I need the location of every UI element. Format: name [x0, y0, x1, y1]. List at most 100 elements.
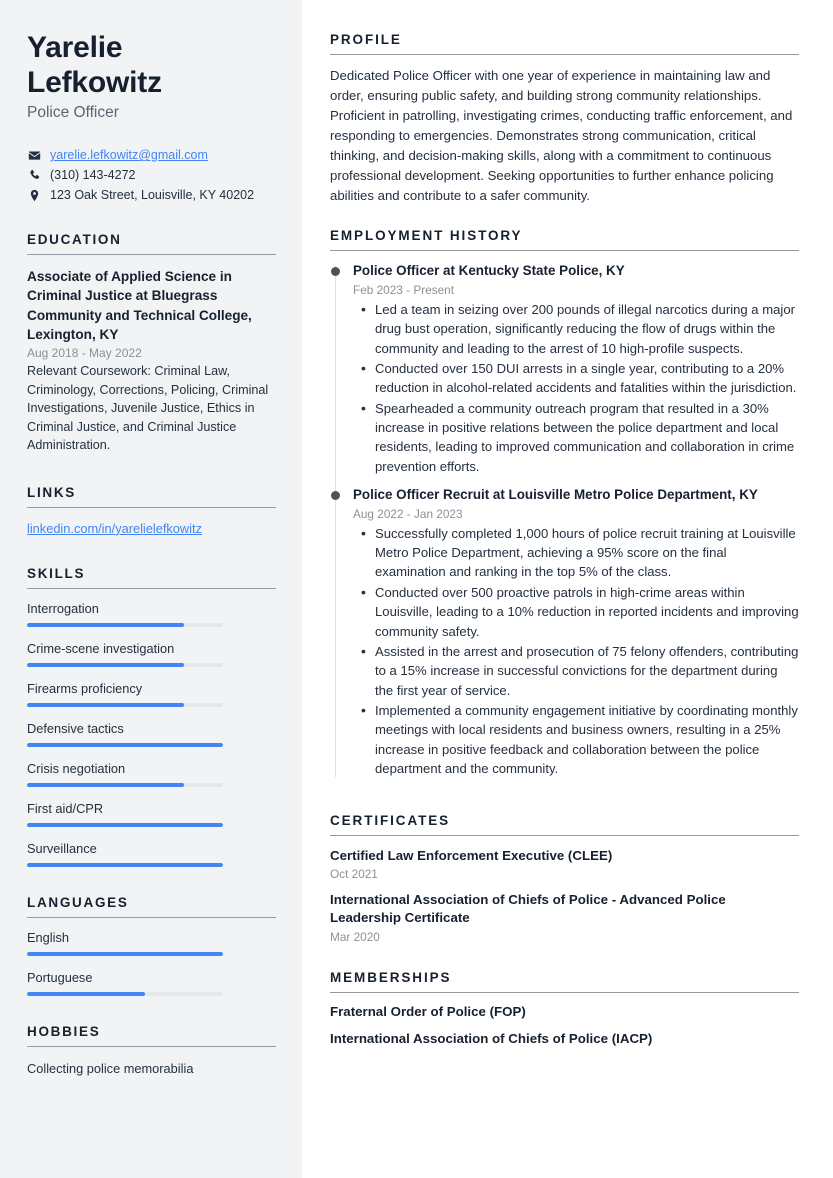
language-label: English: [27, 929, 69, 945]
divider: [330, 250, 799, 252]
language-meter: [27, 991, 223, 996]
skill-meter-fill: [27, 782, 184, 787]
education-heading: EDUCATION: [27, 232, 122, 248]
employment-date: Aug 2022 - Jan 2023: [353, 506, 463, 521]
section-certificates: CERTIFICATES Certified Law Enforcement E…: [330, 813, 799, 944]
section-links: LINKS linkedin.com/in/yarelielefkowitz: [27, 485, 276, 538]
education-item: Associate of Applied Science in Criminal…: [27, 267, 276, 455]
certificate-title: International Association of Chiefs of P…: [330, 891, 726, 926]
skill-item: Surveillance: [27, 841, 276, 867]
first-name: Yarelie: [27, 31, 123, 64]
skill-meter: [27, 782, 223, 787]
employment-title: Police Officer at Kentucky State Police,…: [353, 263, 625, 279]
profile-text: Dedicated Police Officer with one year o…: [330, 68, 793, 204]
divider: [330, 54, 799, 55]
employment-bullet: Successfully completed 1,000 hours of po…: [361, 523, 799, 582]
employment-bullet: Spearheaded a community outreach program…: [361, 398, 799, 477]
employment-item: Police Officer Recruit at Louisville Met…: [331, 486, 799, 779]
section-hobbies: HOBBIES Collecting police memorabilia: [27, 1024, 276, 1078]
job-title: Police Officer: [27, 104, 119, 122]
section-employment: EMPLOYMENT HISTORY Police Officer at Ken…: [330, 228, 799, 778]
sidebar: Yarelie Lefkowitz Police Officer yarelie…: [0, 0, 302, 1178]
contact-email-row: yarelie.lefkowitz@gmail.com: [27, 148, 276, 162]
skill-meter: [27, 702, 223, 707]
education-date: Aug 2018 - May 2022: [27, 346, 142, 361]
language-item: Portuguese: [27, 970, 276, 996]
contact-block: yarelie.lefkowitz@gmail.com (310) 143-42…: [27, 148, 276, 202]
language-meter-fill: [27, 991, 145, 996]
memberships-list: Fraternal Order of Police (FOP) Internati…: [330, 1004, 799, 1046]
links-heading: LINKS: [27, 484, 76, 500]
phone-icon: [27, 169, 41, 182]
employment-bullets: Successfully completed 1,000 hours of po…: [353, 523, 799, 779]
divider: [27, 506, 276, 508]
divider: [330, 991, 799, 993]
employment-heading: EMPLOYMENT HISTORY: [330, 228, 523, 244]
address-value: 123 Oak Street, Louisville, KY 40202: [50, 188, 255, 203]
language-item: English: [27, 930, 276, 956]
language-label: Portuguese: [27, 969, 93, 985]
section-skills: SKILLS Interrogation Crime-scene investig…: [27, 566, 276, 867]
certificates-heading: CERTIFICATES: [330, 812, 451, 828]
language-meter-fill: [27, 951, 223, 956]
hobby-item: Collecting police memorabilia: [27, 1060, 194, 1076]
skill-meter-fill: [27, 862, 223, 867]
employment-item: Police Officer at Kentucky State Police,…: [331, 262, 799, 477]
education-title: Associate of Applied Science in Criminal…: [27, 269, 252, 343]
name-block: Yarelie Lefkowitz Police Officer: [27, 30, 276, 122]
employment-bullets: Led a team in seizing over 200 pounds of…: [353, 299, 799, 477]
certificate-date: Mar 2020: [330, 929, 380, 944]
section-memberships: MEMBERSHIPS Fraternal Order of Police (F…: [330, 970, 799, 1046]
divider: [27, 1045, 276, 1047]
certificates-list: Certified Law Enforcement Executive (CLE…: [330, 847, 799, 944]
linkedin-link[interactable]: linkedin.com/in/yarelielefkowitz: [27, 521, 202, 536]
skill-item: Firearms proficiency: [27, 681, 276, 707]
skill-item: Crisis negotiation: [27, 761, 276, 787]
membership-item: International Association of Chiefs of P…: [330, 1030, 653, 1046]
skill-item: Defensive tactics: [27, 721, 276, 747]
employment-bullet: Conducted over 150 DUI arrests in a sing…: [361, 358, 799, 398]
languages-list: English Portuguese: [27, 930, 276, 996]
divider: [330, 834, 799, 836]
contact-address-row: 123 Oak Street, Louisville, KY 40202: [27, 188, 276, 202]
section-profile: PROFILE Dedicated Police Officer with on…: [330, 32, 799, 206]
timeline-dot-icon: [331, 267, 340, 277]
certificate-date: Oct 2021: [330, 866, 378, 881]
skill-meter-fill: [27, 742, 223, 747]
map-pin-icon: [27, 189, 41, 202]
employment-bullet: Led a team in seizing over 200 pounds of…: [361, 299, 799, 358]
phone-value: (310) 143-4272: [50, 168, 136, 183]
employment-timeline: Police Officer at Kentucky State Police,…: [330, 262, 799, 778]
skill-label: Interrogation: [27, 600, 99, 616]
skill-meter: [27, 862, 223, 867]
divider: [27, 916, 276, 918]
last-name: Lefkowitz: [27, 66, 162, 100]
employment-date: Feb 2023 - Present: [353, 282, 454, 297]
certificate-item: International Association of Chiefs of P…: [330, 891, 799, 944]
skill-label: Crime-scene investigation: [27, 640, 175, 656]
skill-label: Surveillance: [27, 840, 97, 856]
email-link[interactable]: yarelie.lefkowitz@gmail.com: [50, 148, 208, 162]
divider: [27, 587, 276, 589]
resume-page: Yarelie Lefkowitz Police Officer yarelie…: [0, 0, 833, 1178]
skill-item: First aid/CPR: [27, 801, 276, 827]
envelope-icon: [27, 149, 41, 162]
employment-bullet: Assisted in the arrest and prosecution o…: [361, 641, 799, 700]
timeline-dot-icon: [331, 491, 340, 501]
list-item: linkedin.com/in/yarelielefkowitz: [27, 520, 276, 538]
employment-bullet: Conducted over 500 proactive patrols in …: [361, 582, 799, 641]
skill-item: Interrogation: [27, 601, 276, 627]
skill-meter-fill: [27, 702, 184, 707]
section-education: EDUCATION Associate of Applied Science i…: [27, 232, 276, 455]
skill-item: Crime-scene investigation: [27, 641, 276, 667]
skill-label: Firearms proficiency: [27, 680, 143, 696]
certificate-item: Certified Law Enforcement Executive (CLE…: [330, 847, 799, 881]
profile-heading: PROFILE: [330, 32, 402, 47]
skill-meter: [27, 742, 223, 747]
skills-heading: SKILLS: [27, 565, 86, 581]
skills-list: Interrogation Crime-scene investigation Fi…: [27, 601, 276, 867]
skill-meter: [27, 662, 223, 667]
employment-title: Police Officer Recruit at Louisville Met…: [353, 487, 758, 503]
skill-meter-fill: [27, 822, 223, 827]
section-languages: LANGUAGES English Portuguese: [27, 895, 276, 996]
